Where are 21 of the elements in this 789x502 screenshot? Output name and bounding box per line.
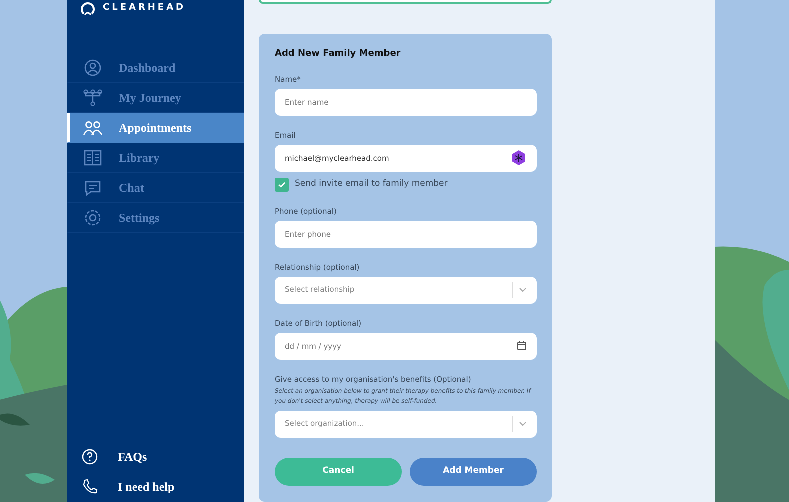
form-title: Add New Family Member [275,48,402,61]
nav-item[interactable]: Appointments [67,113,244,143]
cancel-button[interactable]: Cancel [275,458,402,486]
phone-icon [82,479,98,495]
people-icon [82,118,104,136]
chevron-icon [519,287,527,293]
checkbox-label: Send invite email to family member [295,178,448,191]
footer-link[interactable]: I need help [67,472,244,502]
extension-icon[interactable] [511,150,527,166]
check-icon [278,180,286,188]
chevron-icon [519,421,527,427]
book-icon [82,148,104,166]
help-icon [82,449,98,465]
logo-text: CLEARHEAD [103,2,186,15]
person-icon [82,58,104,76]
checkbox[interactable] [275,178,289,192]
footer-link[interactable]: FAQs [67,442,244,472]
calendar-icon[interactable] [517,341,527,351]
logo-icon [81,0,95,16]
add-button[interactable]: Add Member [410,458,537,486]
tree-icon [82,88,104,106]
